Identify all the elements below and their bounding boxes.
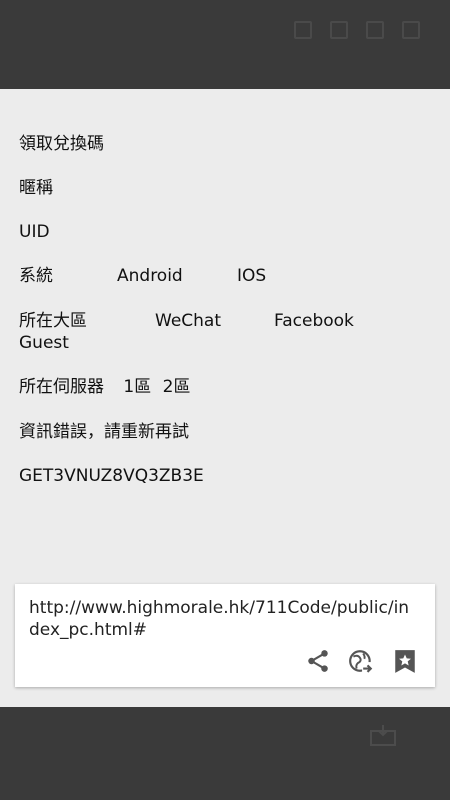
server-label: 所在伺服器 <box>19 377 104 397</box>
faded-icon <box>369 725 397 747</box>
faded-icon <box>330 21 348 39</box>
uid-label: UID <box>19 222 50 242</box>
region-option-guest[interactable]: Guest <box>19 332 69 354</box>
share-icon[interactable] <box>305 648 331 674</box>
system-row: 系統 Android IOS <box>19 265 419 287</box>
error-message: 資訊錯誤，請重新再試 <box>19 422 189 442</box>
region-label: 所在大區 <box>19 311 87 331</box>
faded-icon <box>366 21 384 39</box>
server-row: 所在伺服器 1區 2區 <box>19 376 190 398</box>
redeem-code[interactable]: GET3VNUZ8VQ3ZB3E <box>19 465 204 487</box>
region-row: 所在大區 WeChat Facebook Guest <box>19 310 419 354</box>
region-option-facebook[interactable]: Facebook <box>274 310 354 332</box>
faded-icon <box>402 21 420 39</box>
bookmark-star-icon[interactable] <box>392 648 418 674</box>
link-url[interactable]: http://www.highmorale.hk/711Code/public/… <box>29 597 419 641</box>
form-title: 領取兌換碼 <box>19 134 104 154</box>
nickname-label: 暱稱 <box>19 178 53 198</box>
faded-toolbar-icons <box>250 18 420 42</box>
open-in-browser-icon[interactable] <box>348 648 374 674</box>
dimmed-bottom-bar <box>0 707 450 800</box>
region-option-wechat[interactable]: WeChat <box>155 310 221 332</box>
system-option-ios[interactable]: IOS <box>237 265 266 287</box>
dimmed-top-bar <box>0 0 450 89</box>
link-card[interactable]: http://www.highmorale.hk/711Code/public/… <box>15 584 435 687</box>
server-option-1[interactable]: 1區 <box>123 377 151 397</box>
faded-icon <box>294 21 312 39</box>
server-option-2[interactable]: 2區 <box>163 377 191 397</box>
system-option-android[interactable]: Android <box>117 265 183 287</box>
system-label: 系統 <box>19 266 53 286</box>
